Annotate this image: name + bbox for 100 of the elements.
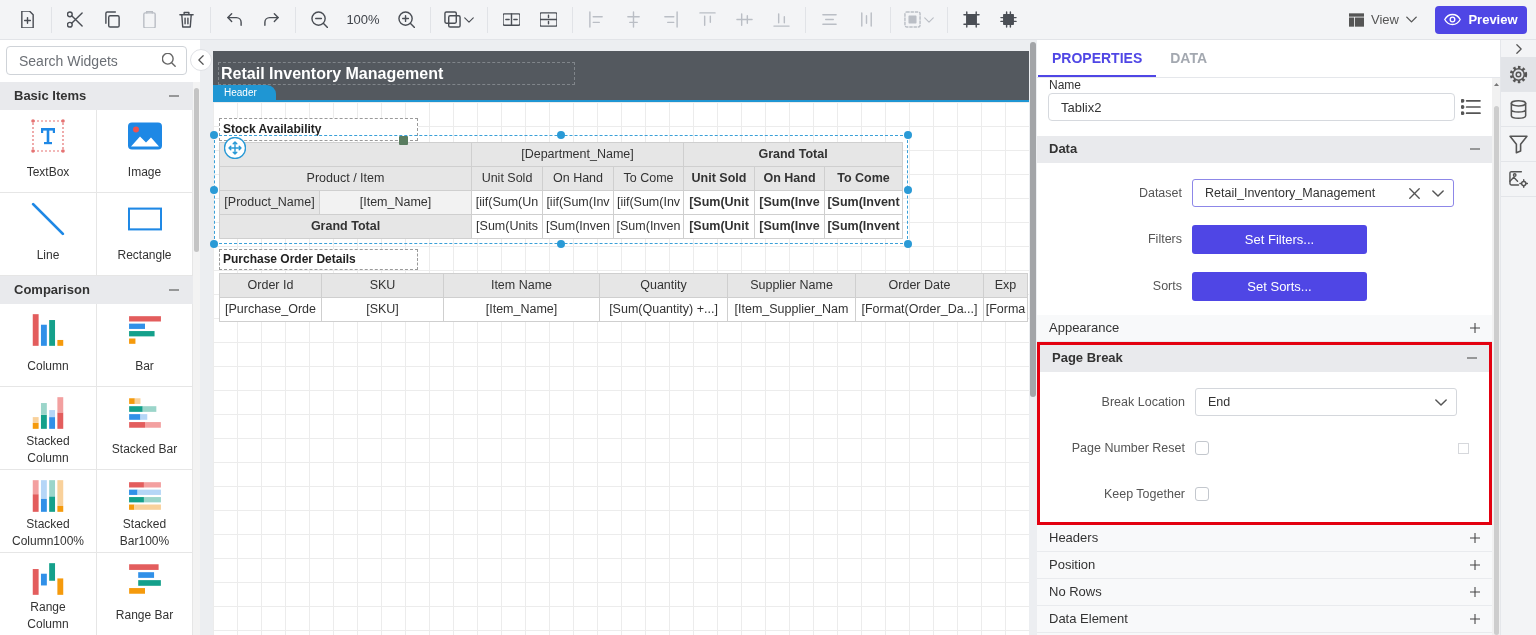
dropdown-field[interactable]: Retail_Inventory_Management: [1192, 179, 1454, 207]
plus-icon: [1470, 560, 1480, 570]
chevron-left-icon: [198, 55, 204, 65]
checkbox[interactable]: [1195, 441, 1209, 455]
table-cell: Order Date: [855, 273, 984, 298]
section-header[interactable]: Data: [1037, 136, 1492, 163]
dropdown-field[interactable]: End: [1195, 388, 1457, 416]
table-cell: Item Name: [443, 273, 600, 298]
column-chart-icon: [31, 313, 65, 347]
table-cell: Grand Total: [219, 214, 472, 239]
view-menu-button[interactable]: View: [1345, 4, 1421, 35]
checkbox[interactable]: [1195, 487, 1209, 501]
scrollbar[interactable]: [193, 82, 200, 635]
column-split-icon: [503, 11, 520, 28]
table-cell: SKU: [321, 273, 444, 298]
horizontal-lines-icon: [821, 11, 838, 28]
table-cell: Supplier Name: [727, 273, 856, 298]
widget-tile[interactable]: Stacked Bar100%: [97, 470, 193, 553]
list-icon[interactable]: [1461, 99, 1481, 115]
widget-tile[interactable]: Column: [0, 304, 97, 387]
text-frame-icon: [31, 119, 65, 153]
align-center-icon: [625, 11, 642, 28]
table-cell: Grand Total: [683, 142, 903, 167]
move-icon[interactable]: [224, 137, 246, 159]
zoom-level: 100%: [345, 10, 381, 29]
crop-square-icon: [963, 11, 980, 28]
resize-handle[interactable]: [210, 131, 218, 139]
name-field[interactable]: Tablix2: [1048, 93, 1455, 121]
checkbox[interactable]: [1458, 442, 1469, 454]
table-cell: [Item_Supplier_Nam: [727, 297, 856, 322]
chevron-down-icon: [1435, 398, 1447, 406]
scrollbar[interactable]: [1492, 78, 1500, 635]
stacked-column-chart-icon: [31, 396, 65, 430]
trash-icon: [178, 11, 195, 28]
bar-chart-icon: [127, 313, 162, 347]
section-header[interactable]: Comparison: [0, 276, 193, 304]
field-label: Dataset: [1137, 184, 1182, 202]
resize-handle[interactable]: [557, 240, 565, 248]
field-label: Page Number Reset: [1070, 439, 1185, 457]
add-file-icon: [19, 11, 36, 28]
band-label: Header: [213, 85, 276, 101]
chip-icon: [1000, 11, 1017, 28]
resize-handle[interactable]: [210, 240, 218, 248]
table-title: Purchase Order Details: [219, 249, 418, 270]
widget-tile[interactable]: Stacked Column: [0, 387, 97, 470]
plus-icon: [1470, 533, 1480, 543]
range-bar-chart-icon: [127, 562, 162, 596]
table-cell: Product / Item: [219, 166, 472, 191]
caret-icon: [1406, 16, 1417, 23]
resize-handle[interactable]: [210, 185, 218, 194]
plus-icon: [1470, 587, 1480, 597]
clipboard-icon: [141, 11, 158, 28]
section-header[interactable]: Page Break: [1040, 345, 1489, 372]
vertical-lines-icon: [858, 11, 875, 28]
scissors-icon: [67, 11, 84, 28]
table-cell: [SKU]: [321, 297, 444, 322]
field-label: Break Location: [1100, 393, 1185, 411]
plus-icon: [1470, 323, 1480, 333]
caret-icon: [924, 16, 934, 23]
field-label: Sorts: [1151, 278, 1182, 296]
undo-icon: [226, 11, 243, 28]
plus-icon: [1470, 614, 1480, 624]
field-label: Keep Together: [1102, 485, 1185, 503]
gear-icon: [1509, 64, 1528, 84]
field-label: Filters: [1146, 231, 1182, 249]
resize-handle[interactable]: [904, 240, 912, 248]
side-tab[interactable]: [1501, 57, 1536, 92]
table-cell: [Item_Name]: [319, 190, 472, 215]
resize-handle[interactable]: [904, 131, 912, 139]
widget-tile[interactable]: Stacked Column100%: [0, 470, 97, 553]
table-cell: [Department_Name]: [471, 142, 684, 167]
full-stacked-column-chart-icon: [31, 479, 65, 513]
drag-handle[interactable]: [399, 136, 408, 145]
search-field[interactable]: Search Widgets: [6, 46, 187, 75]
row-split-icon: [540, 11, 557, 28]
scrollbar-thumb[interactable]: [194, 88, 199, 252]
resize-handle[interactable]: [904, 185, 912, 194]
align-middle-icon: [736, 11, 753, 28]
align-top-icon: [699, 11, 716, 28]
scroll-up-icon: [1493, 83, 1499, 86]
zoom-out-icon: [311, 11, 328, 28]
scrollbar-thumb[interactable]: [1493, 106, 1499, 635]
scrollbar-thumb[interactable]: [1030, 42, 1036, 397]
database-icon: [1509, 99, 1528, 119]
eye-icon: [1444, 13, 1462, 26]
search-icon: [162, 53, 176, 67]
chevron-down-icon: [1432, 189, 1444, 197]
filter-icon: [1509, 134, 1528, 154]
table-cell: [Purchase_Orde: [219, 297, 322, 322]
widget-tile[interactable]: TextBox: [0, 110, 97, 193]
align-right-icon: [662, 11, 679, 28]
action-button[interactable]: Set Sorts...: [1192, 272, 1367, 301]
widget-tile[interactable]: Range Column: [0, 553, 97, 635]
preview-button[interactable]: Preview: [1435, 5, 1527, 34]
section-header[interactable]: Basic Items: [0, 82, 193, 110]
widget-tile[interactable]: Image: [97, 110, 193, 193]
clear-icon[interactable]: [1409, 187, 1420, 199]
resize-handle[interactable]: [557, 131, 565, 139]
table-cell: Exp: [983, 273, 1028, 298]
action-button[interactable]: Set Filters...: [1192, 225, 1367, 254]
